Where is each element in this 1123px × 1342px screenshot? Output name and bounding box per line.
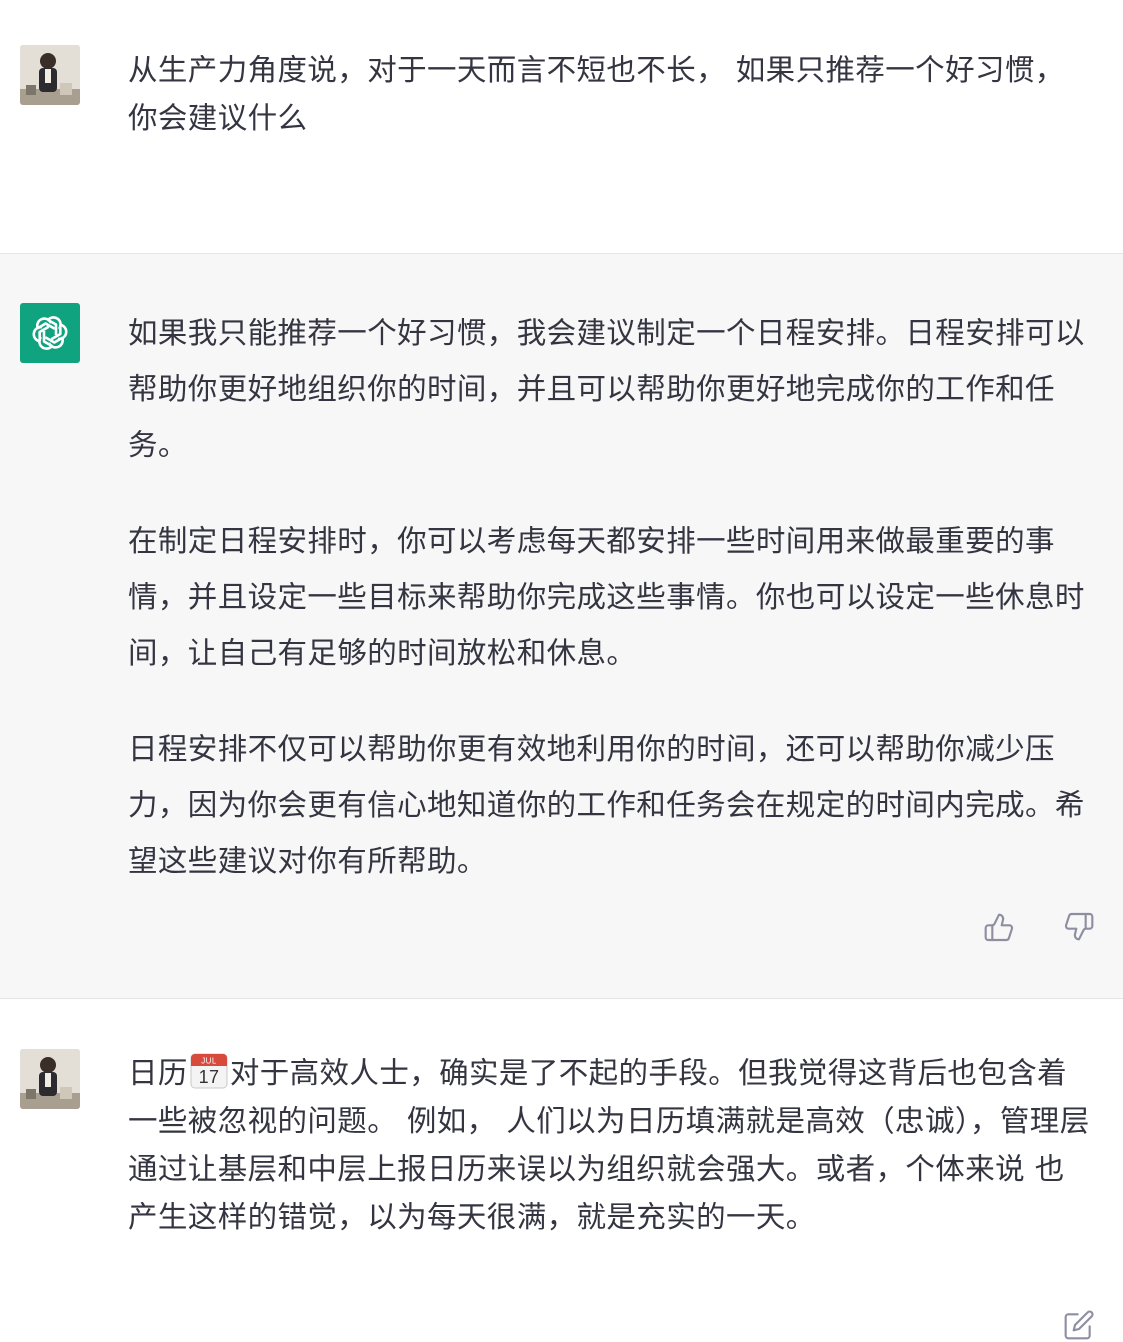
thumbs-up-button[interactable] <box>982 911 1016 945</box>
user-message-2: 日历 JUL 17 对于高效人士，确实是了不起的手段。但我觉得这背后也包含着一些… <box>0 999 1123 1340</box>
edit-button[interactable] <box>1062 1308 1096 1342</box>
calendar-day: 17 <box>198 1067 219 1087</box>
thumbs-down-button[interactable] <box>1062 909 1096 943</box>
assistant-message-text: 如果我只能推荐一个好习惯，我会建议制定一个日程安排。日程安排可以帮助你更好地组织… <box>128 305 1090 889</box>
edit-icon <box>1064 1310 1094 1340</box>
user-message-paragraph: 日历 JUL 17 对于高效人士，确实是了不起的手段。但我觉得这背后也包含着一些… <box>128 1049 1090 1241</box>
thumbs-up-icon <box>984 913 1014 942</box>
user-message-paragraph: 从生产力角度说，对于一天而言不短也不长， 如果只推荐一个好习惯，你会建议什么 <box>128 53 1065 135</box>
assistant-paragraph-2: 在制定日程安排时，你可以考虑每天都安排一些时间用来做最重要的事情，并且设定一些目… <box>128 524 1085 670</box>
user-avatar <box>20 45 80 105</box>
calendar-month: JUL <box>201 1057 217 1066</box>
thumbs-down-icon <box>1064 912 1094 941</box>
calendar-icon: JUL 17 <box>190 1053 228 1089</box>
assistant-message: 如果我只能推荐一个好习惯，我会建议制定一个日程安排。日程安排可以帮助你更好地组织… <box>0 253 1123 999</box>
user-message-text: 从生产力角度说，对于一天而言不短也不长， 如果只推荐一个好习惯，你会建议什么 <box>128 46 1090 142</box>
chatgpt-logo-icon <box>20 303 80 363</box>
assistant-paragraph-3: 日程安排不仅可以帮助你更有效地利用你的时间，还可以帮助你减少压力，因为你会更有信… <box>128 732 1085 878</box>
user-message-1: 从生产力角度说，对于一天而言不短也不长， 如果只推荐一个好习惯，你会建议什么 <box>0 0 1123 254</box>
user-message-text: 日历 JUL 17 对于高效人士，确实是了不起的手段。但我觉得这背后也包含着一些… <box>128 1049 1090 1241</box>
assistant-paragraph-1: 如果我只能推荐一个好习惯，我会建议制定一个日程安排。日程安排可以帮助你更好地组织… <box>128 316 1085 462</box>
text-after-emoji: 对于高效人士，确实是了不起的手段。但我觉得这背后也包含着一些被忽视的问题。 例如… <box>128 1056 1090 1234</box>
text-before-emoji: 日历 <box>128 1056 188 1090</box>
user-avatar <box>20 1049 80 1109</box>
